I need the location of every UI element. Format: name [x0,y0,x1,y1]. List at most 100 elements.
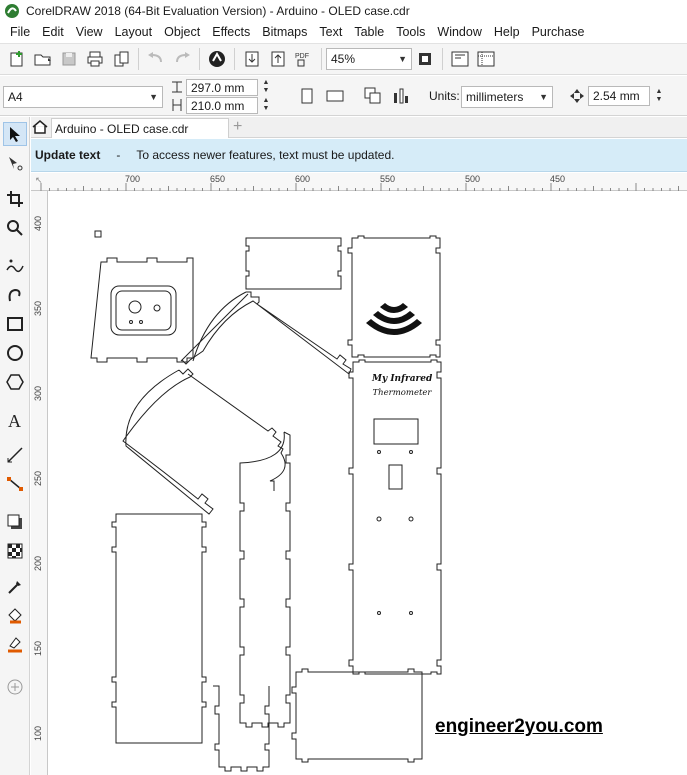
watermark-text: engineer2you.com [435,716,603,737]
chevron-down-icon: ▼ [149,92,158,102]
cut-icon[interactable] [108,46,134,72]
snap-icon[interactable] [447,46,473,72]
save-icon[interactable] [56,46,82,72]
portrait-icon[interactable] [294,83,320,109]
text-tool-icon[interactable]: A [3,408,27,432]
units-label: Units: [429,89,460,103]
tab-document[interactable]: Arduino - OLED case.cdr [51,118,229,138]
property-bar: A4 ▼ 297.0 mm ▲ ▼ 210.0 mm ▲ ▼ Units: mill… [0,76,687,116]
eyedropper-tool-icon[interactable] [3,575,27,599]
page-height-field[interactable]: 210.0 mm [186,97,258,114]
screw-hole [376,516,382,522]
ruler-label: 500 [465,174,481,184]
screw-hole [377,450,381,454]
new-document-icon[interactable] [4,46,30,72]
print-icon[interactable] [82,46,108,72]
import-icon[interactable] [239,46,265,72]
menu-window[interactable]: Window [431,25,487,39]
crop-tool-icon[interactable] [3,187,27,211]
units-combo[interactable]: millimeters ▼ [461,86,553,108]
infrared-signal-icon [366,303,422,335]
center-side-strip[interactable] [239,431,291,728]
menu-effects[interactable]: Effects [206,25,256,39]
transparency-tool-icon[interactable] [3,539,27,563]
menu-text[interactable]: Text [313,25,348,39]
page-size-combo[interactable]: A4 ▼ [3,86,163,108]
selection-marker[interactable] [94,230,102,238]
page-height-spinner[interactable]: ▲ ▼ [260,97,272,114]
shape-tool-icon[interactable] [3,151,27,175]
top-cap-panel[interactable] [245,237,342,290]
ruler-label: 100 [33,725,43,741]
add-tab-icon[interactable]: + [233,118,242,136]
current-page-icon[interactable] [388,83,414,109]
screw-hole [408,516,414,522]
rectangle-tool-icon[interactable] [3,312,27,336]
sensor-hole-small [153,304,161,312]
page-width-spinner[interactable]: ▲ ▼ [260,79,272,96]
freehand-tool-icon[interactable] [3,254,27,278]
parallel-dimension-tool-icon[interactable] [3,443,27,467]
all-pages-icon[interactable] [360,83,386,109]
curved-side-panel-lower[interactable] [122,368,214,515]
menu-bar: File Edit View Layout Object Effects Bit… [0,22,687,42]
nudge-distance-field[interactable]: 2.54 mm [588,86,650,106]
menu-help[interactable]: Help [488,25,526,39]
drop-shadow-tool-icon[interactable] [3,510,27,534]
open-icon[interactable] [30,46,56,72]
horizontal-ruler[interactable]: 700 650 600 550 500 450 ↖ [31,173,687,191]
nudge-distance-value: 2.54 mm [593,89,640,103]
welcome-home-icon[interactable] [32,120,48,137]
connector-tool-icon[interactable] [3,472,27,496]
curved-side-panel-upper[interactable] [180,291,352,375]
vertical-ruler[interactable]: 400 350 300 250 200 150 100 [31,191,48,775]
menu-purchase[interactable]: Purchase [526,25,591,39]
menu-tools[interactable]: Tools [390,25,431,39]
pick-tool-icon[interactable] [3,122,27,146]
zoom-level-combo[interactable]: 45% ▼ [326,48,412,70]
menu-bitmaps[interactable]: Bitmaps [256,25,313,39]
curved-panel-inner-edge [187,373,286,491]
zoom-level-value: 45% [331,52,356,66]
redo-icon[interactable] [169,46,195,72]
nudge-icon [569,88,585,107]
left-side-strip[interactable] [111,513,207,744]
show-rulers-icon[interactable] [473,46,499,72]
undo-icon[interactable] [143,46,169,72]
menu-object[interactable]: Object [158,25,206,39]
title-bar: CorelDRAW 2018 (64-Bit Evaluation Versio… [0,0,687,22]
export-icon[interactable] [265,46,291,72]
width-icon [171,80,183,97]
units-value: millimeters [466,90,524,104]
pdf-icon[interactable]: PDF [291,46,317,72]
menu-table[interactable]: Table [348,25,390,39]
menu-edit[interactable]: Edit [36,25,70,39]
menu-view[interactable]: View [70,25,109,39]
nudge-spinner[interactable]: ▲ ▼ [653,88,665,105]
bottom-center-strip[interactable] [213,685,270,772]
corel-connect-icon[interactable] [204,46,230,72]
polygon-tool-icon[interactable] [3,370,27,394]
zoom-fit-icon[interactable] [412,46,438,72]
menu-file[interactable]: File [4,25,36,39]
artistic-media-tool-icon[interactable] [3,283,27,307]
interactive-fill-tool-icon[interactable] [3,604,27,628]
page-width-field[interactable]: 297.0 mm [186,79,258,96]
menu-layout[interactable]: Layout [109,25,159,39]
landscape-icon[interactable] [322,83,348,109]
toolbar-separator [199,48,200,70]
smart-fill-tool-icon[interactable] [3,633,27,657]
front-main-panel[interactable] [348,359,442,675]
zoom-tool-icon[interactable] [3,216,27,240]
drawing-canvas[interactable]: My Infrared Thermometer engineer2you.com [48,191,687,775]
sensor-panel[interactable] [90,257,194,363]
oled-display-cutout [373,418,419,445]
ellipse-tool-icon[interactable] [3,341,27,365]
ruler-origin-icon[interactable]: ↖ [35,175,43,186]
chevron-down-icon: ▼ [539,92,548,102]
ruler-label: 700 [125,174,141,184]
front-top-panel[interactable] [347,235,441,358]
chevron-down-icon: ▼ [398,54,407,64]
bottom-cap-panel[interactable] [291,668,423,763]
add-tool-icon[interactable] [3,675,27,699]
